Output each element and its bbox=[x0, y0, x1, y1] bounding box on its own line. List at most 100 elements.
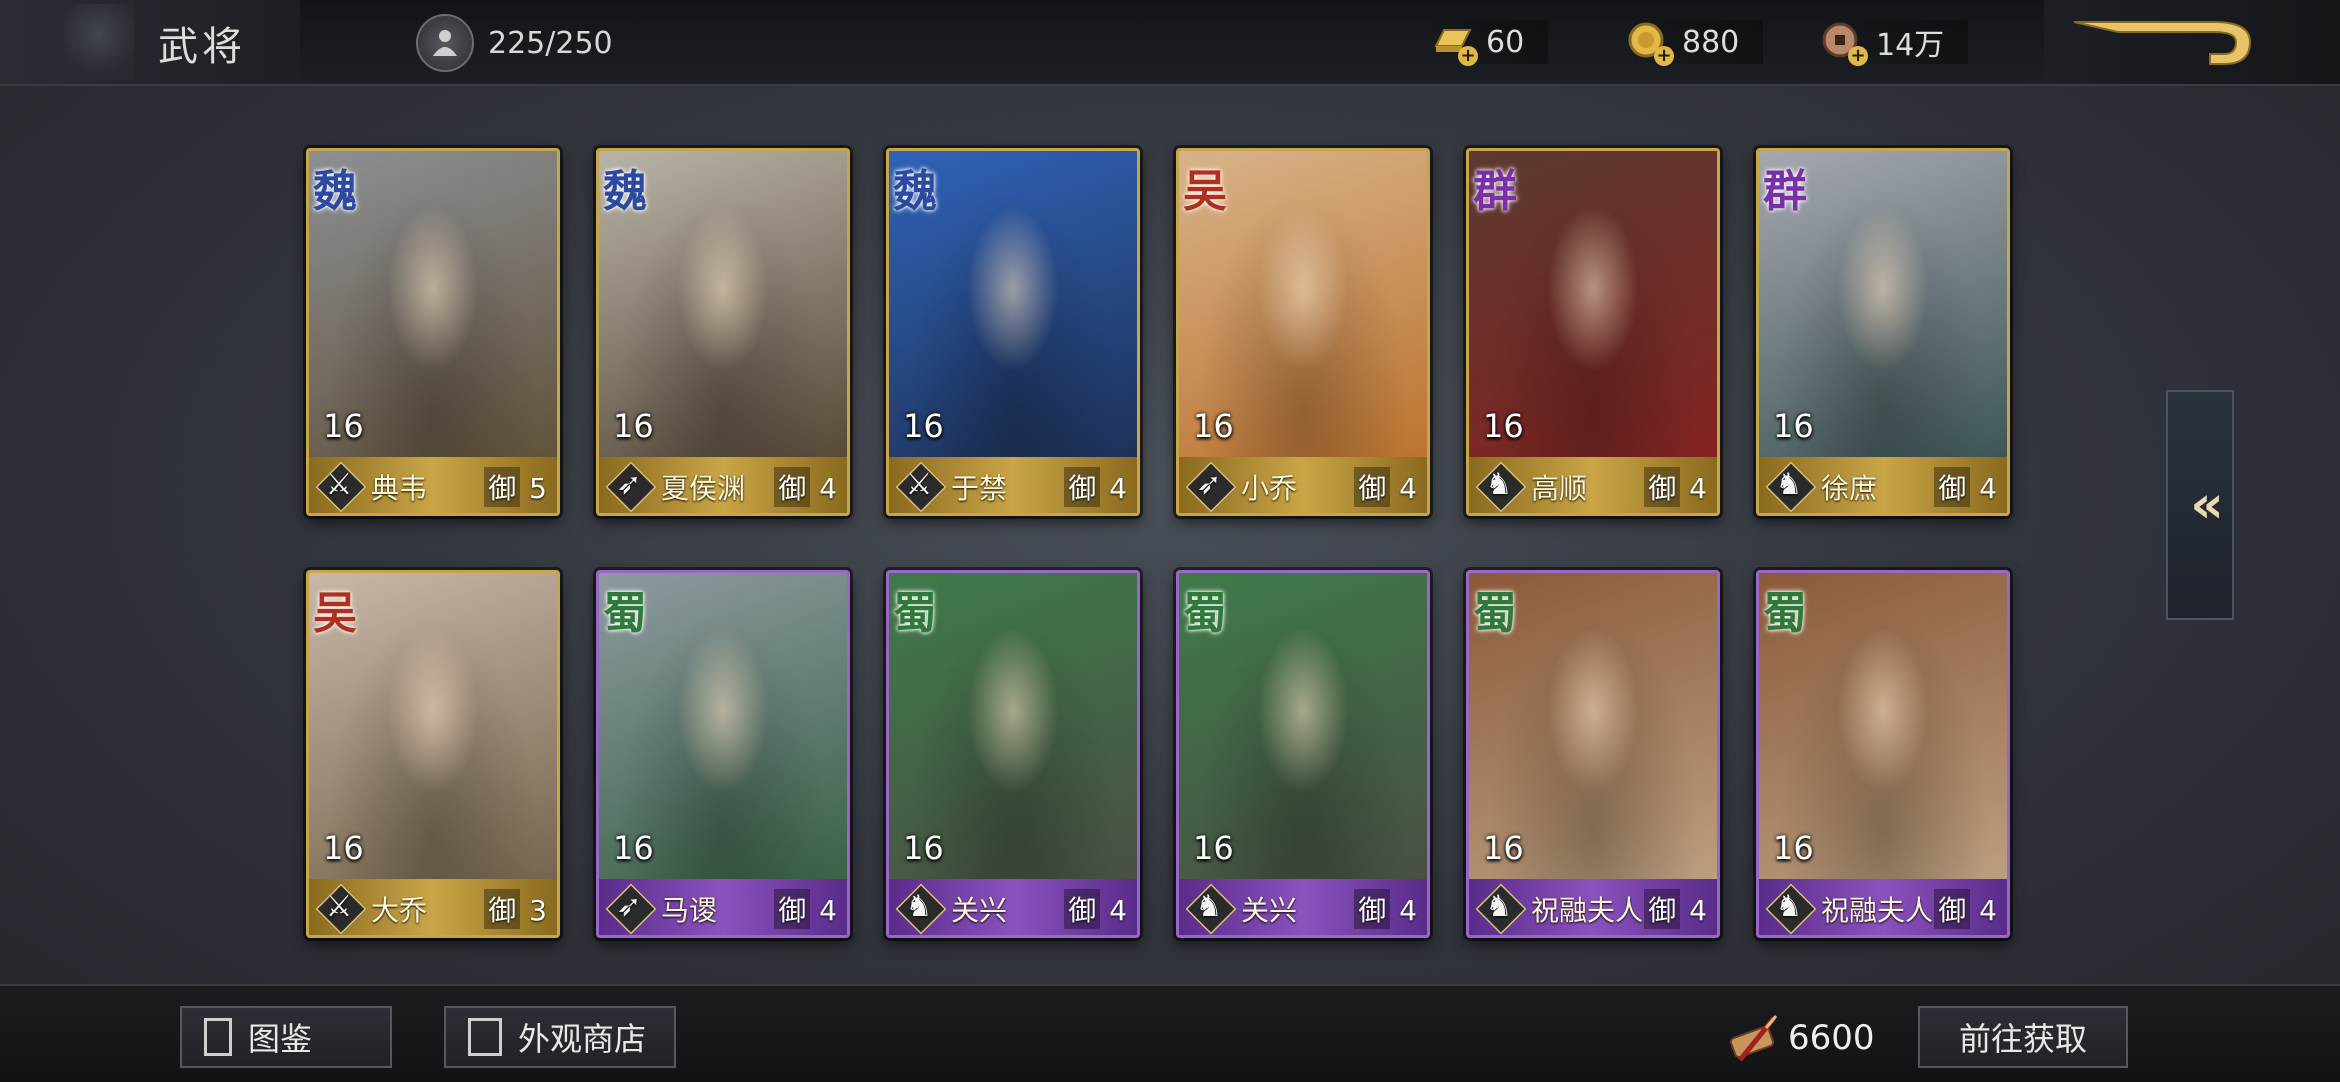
hero-level: 16 bbox=[1193, 829, 1234, 867]
hero-card[interactable]: 蜀 16 ♞ 祝融夫人御 4 bbox=[1466, 570, 1720, 938]
sword-icon: ⚔ bbox=[325, 467, 353, 502]
gallery-label: 图鉴 bbox=[248, 1020, 313, 1058]
hero-level: 16 bbox=[1483, 829, 1524, 867]
hero-level: 16 bbox=[613, 407, 654, 445]
copper-coin-resource[interactable]: + 14万 bbox=[1820, 20, 1969, 66]
skin-currency-value: 6600 bbox=[1788, 1018, 1875, 1058]
horse-icon: ♞ bbox=[1195, 889, 1223, 924]
cost-label: 御 bbox=[1064, 889, 1101, 929]
hero-card[interactable]: 吴 16 ➶ 小乔 御 4 bbox=[1176, 148, 1430, 516]
gold-bar-icon: + bbox=[1430, 20, 1478, 66]
add-icon[interactable]: + bbox=[1458, 46, 1478, 66]
hero-namebar: ➶ 马谡 御 4 bbox=[599, 879, 847, 935]
gallery-button[interactable]: 图鉴 bbox=[180, 1006, 392, 1068]
hero-namebar: ♞ 关兴 御 4 bbox=[1179, 879, 1427, 935]
hero-name: 徐庶 bbox=[1821, 472, 1878, 505]
hero-level: 16 bbox=[323, 407, 364, 445]
hero-card[interactable]: 魏 16 ⚔ 典韦 御 5 bbox=[306, 148, 560, 516]
hero-cost: 御 3 bbox=[484, 889, 547, 929]
hero-namebar: ♞ 关兴 御 4 bbox=[889, 879, 1137, 935]
horse-icon: ♞ bbox=[905, 889, 933, 924]
appearance-shop-label: 外观商店 bbox=[518, 1020, 647, 1058]
faction-badge: 群 bbox=[1763, 166, 1807, 217]
stamina-icon bbox=[416, 14, 474, 72]
hero-card[interactable]: 蜀 16 ♞ 关兴 御 4 bbox=[1176, 570, 1430, 938]
hero-level: 16 bbox=[1193, 407, 1234, 445]
hero-card[interactable]: 蜀 16 ♞ 祝融夫人御 4 bbox=[1756, 570, 2010, 938]
back-button[interactable] bbox=[2044, 0, 2340, 84]
hero-namebar: ♞ 祝融夫人御 4 bbox=[1469, 879, 1717, 935]
cost-label: 御 bbox=[774, 889, 811, 929]
hero-card[interactable]: 群 16 ♞ 徐庶 御 4 bbox=[1756, 148, 2010, 516]
cost-value: 4 bbox=[1399, 894, 1417, 927]
hero-cost: 御 4 bbox=[1064, 467, 1127, 507]
title-area: 武将 bbox=[0, 0, 300, 84]
gold-coin-value: 880 bbox=[1682, 24, 1740, 60]
cost-value: 4 bbox=[819, 472, 837, 505]
cost-label: 御 bbox=[484, 467, 521, 507]
cost-value: 3 bbox=[529, 894, 547, 927]
hero-name: 高顺 bbox=[1531, 472, 1588, 505]
hero-cost: 御 5 bbox=[484, 467, 547, 507]
hero-name: 关兴 bbox=[951, 894, 1008, 927]
hero-cost: 御 4 bbox=[1934, 889, 1997, 929]
hero-level: 16 bbox=[903, 407, 944, 445]
gold-coin-resource[interactable]: + 880 bbox=[1626, 20, 1764, 66]
hero-cost: 御 4 bbox=[1354, 889, 1417, 929]
hero-card[interactable]: 魏 16 ⚔ 于禁 御 4 bbox=[886, 148, 1140, 516]
hero-card[interactable]: 蜀 16 ♞ 关兴 御 4 bbox=[886, 570, 1140, 938]
hero-level: 16 bbox=[1773, 829, 1814, 867]
expand-panel-button[interactable]: « bbox=[2166, 390, 2234, 620]
cost-value: 4 bbox=[1689, 472, 1707, 505]
hero-level: 16 bbox=[1773, 407, 1814, 445]
hero-name: 夏侯渊 bbox=[661, 472, 746, 505]
go-obtain-button[interactable]: 前往获取 bbox=[1918, 1006, 2128, 1068]
hero-cost: 御 4 bbox=[1354, 467, 1417, 507]
top-bar: 武将 225/250 + 60 + 880 + 14万 bbox=[0, 0, 2340, 86]
faction-badge: 魏 bbox=[603, 166, 647, 217]
back-arrow-icon bbox=[2073, 21, 2252, 65]
hero-name: 典韦 bbox=[371, 472, 428, 505]
faction-badge: 蜀 bbox=[603, 588, 647, 639]
hero-name: 关兴 bbox=[1241, 894, 1298, 927]
cost-label: 御 bbox=[484, 889, 521, 929]
cost-label: 御 bbox=[1644, 467, 1681, 507]
faction-badge: 吴 bbox=[313, 588, 357, 639]
hero-name: 祝融夫人 bbox=[1531, 894, 1644, 927]
add-icon[interactable]: + bbox=[1848, 46, 1868, 66]
bow-icon: ➶ bbox=[1196, 467, 1222, 502]
add-icon[interactable]: + bbox=[1654, 46, 1674, 66]
hero-name: 马谡 bbox=[661, 894, 718, 927]
faction-badge: 魏 bbox=[893, 166, 937, 217]
horse-icon: ♞ bbox=[1775, 467, 1803, 502]
appearance-shop-button[interactable]: 外观商店 bbox=[444, 1006, 676, 1068]
gold-bar-resource[interactable]: + 60 bbox=[1430, 20, 1549, 66]
sword-icon: ⚔ bbox=[325, 889, 353, 924]
hero-cost: 御 4 bbox=[1644, 467, 1707, 507]
sword-icon: ⚔ bbox=[905, 467, 933, 502]
horse-icon: ♞ bbox=[1485, 467, 1513, 502]
hero-card[interactable]: 魏 16 ➶ 夏侯渊御 4 bbox=[596, 148, 850, 516]
hero-cost: 御 4 bbox=[1644, 889, 1707, 929]
hero-namebar: ⚔ 大乔 御 3 bbox=[309, 879, 557, 935]
cost-value: 4 bbox=[1689, 894, 1707, 927]
cost-value: 4 bbox=[1979, 472, 1997, 505]
hero-card[interactable]: 吴 16 ⚔ 大乔 御 3 bbox=[306, 570, 560, 938]
cost-label: 御 bbox=[1644, 889, 1681, 929]
hero-card[interactable]: 蜀 16 ➶ 马谡 御 4 bbox=[596, 570, 850, 938]
hero-namebar: ♞ 高顺 御 4 bbox=[1469, 457, 1717, 513]
faction-badge: 蜀 bbox=[1763, 588, 1807, 639]
faction-badge: 蜀 bbox=[1473, 588, 1517, 639]
book-icon bbox=[204, 1018, 232, 1056]
horse-icon: ♞ bbox=[1485, 889, 1513, 924]
faction-badge: 魏 bbox=[313, 166, 357, 217]
hero-card[interactable]: 群 16 ♞ 高顺 御 4 bbox=[1466, 148, 1720, 516]
hero-level: 16 bbox=[613, 829, 654, 867]
double-chevron-left-icon: « bbox=[2190, 475, 2223, 535]
hero-cost: 御 4 bbox=[774, 467, 837, 507]
gold-bar-value: 60 bbox=[1486, 24, 1525, 60]
hero-level: 16 bbox=[903, 829, 944, 867]
bow-icon: ➶ bbox=[616, 467, 642, 502]
title-avatar bbox=[64, 4, 134, 80]
skin-currency: 6600 bbox=[1726, 1010, 1875, 1066]
